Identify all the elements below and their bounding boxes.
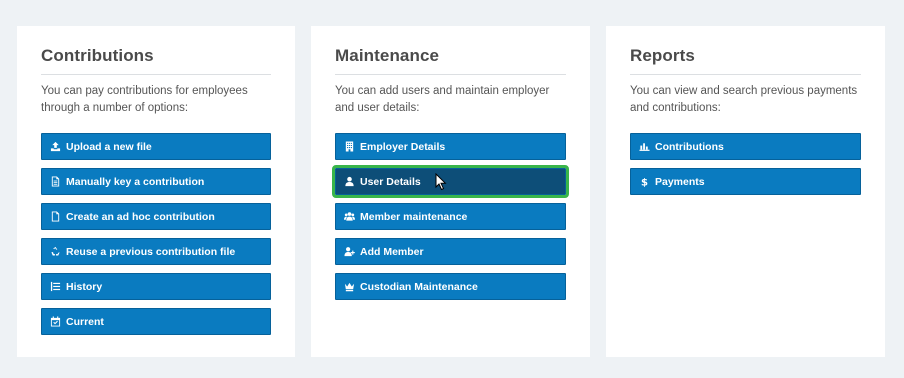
building-icon — [343, 141, 355, 153]
custodian-maintenance-label: Custodian Maintenance — [360, 280, 478, 293]
crown-icon — [343, 281, 355, 293]
user-icon — [343, 176, 355, 188]
create-adhoc-contribution-button[interactable]: Create an ad hoc contribution — [41, 203, 271, 230]
document-text-icon — [49, 176, 61, 188]
upload-new-file-button[interactable]: Upload a new file — [41, 133, 271, 160]
document-icon — [49, 211, 61, 223]
dollar-icon: $ — [638, 176, 650, 188]
bar-chart-icon — [638, 141, 650, 153]
upload-icon — [49, 141, 61, 153]
calendar-check-icon — [49, 316, 61, 328]
current-button[interactable]: Current — [41, 308, 271, 335]
manually-key-contribution-button[interactable]: Manually key a contribution — [41, 168, 271, 195]
list-icon — [49, 281, 61, 293]
custodian-maintenance-button[interactable]: Custodian Maintenance — [335, 273, 566, 300]
report-payments-button[interactable]: $ Payments — [630, 168, 861, 195]
contributions-description: You can pay contributions for employees … — [41, 85, 248, 114]
current-label: Current — [66, 315, 104, 328]
report-payments-label: Payments — [655, 175, 705, 188]
manually-key-contribution-label: Manually key a contribution — [66, 175, 205, 188]
user-plus-icon — [343, 246, 355, 258]
reports-panel: Reports You can view and search previous… — [606, 26, 885, 357]
report-contributions-label: Contributions — [655, 140, 724, 153]
add-member-label: Add Member — [360, 245, 424, 258]
member-maintenance-button[interactable]: Member maintenance — [335, 203, 566, 230]
contributions-panel: Contributions You can pay contributions … — [17, 26, 295, 357]
maintenance-description: You can add users and maintain employer … — [335, 85, 550, 114]
employer-details-label: Employer Details — [360, 140, 446, 153]
maintenance-panel: Maintenance You can add users and mainta… — [311, 26, 590, 357]
upload-new-file-label: Upload a new file — [66, 140, 152, 153]
maintenance-title: Maintenance — [335, 26, 566, 75]
contributions-title: Contributions — [41, 26, 271, 75]
users-icon — [343, 211, 355, 223]
history-label: History — [66, 280, 103, 293]
recycle-icon — [49, 246, 61, 258]
employer-details-button[interactable]: Employer Details — [335, 133, 566, 160]
report-contributions-button[interactable]: Contributions — [630, 133, 861, 160]
history-button[interactable]: History — [41, 273, 271, 300]
svg-text:$: $ — [640, 178, 647, 187]
mouse-cursor-icon — [435, 172, 447, 191]
reports-description: You can view and search previous payment… — [630, 85, 858, 114]
create-adhoc-contribution-label: Create an ad hoc contribution — [66, 210, 215, 223]
reports-title: Reports — [630, 26, 861, 75]
user-details-button[interactable]: User Details — [332, 165, 569, 198]
reuse-previous-contribution-file-button[interactable]: Reuse a previous contribution file — [41, 238, 271, 265]
member-maintenance-label: Member maintenance — [360, 210, 468, 223]
add-member-button[interactable]: Add Member — [335, 238, 566, 265]
user-details-label: User Details — [360, 175, 421, 188]
reuse-previous-contribution-file-label: Reuse a previous contribution file — [66, 245, 236, 258]
